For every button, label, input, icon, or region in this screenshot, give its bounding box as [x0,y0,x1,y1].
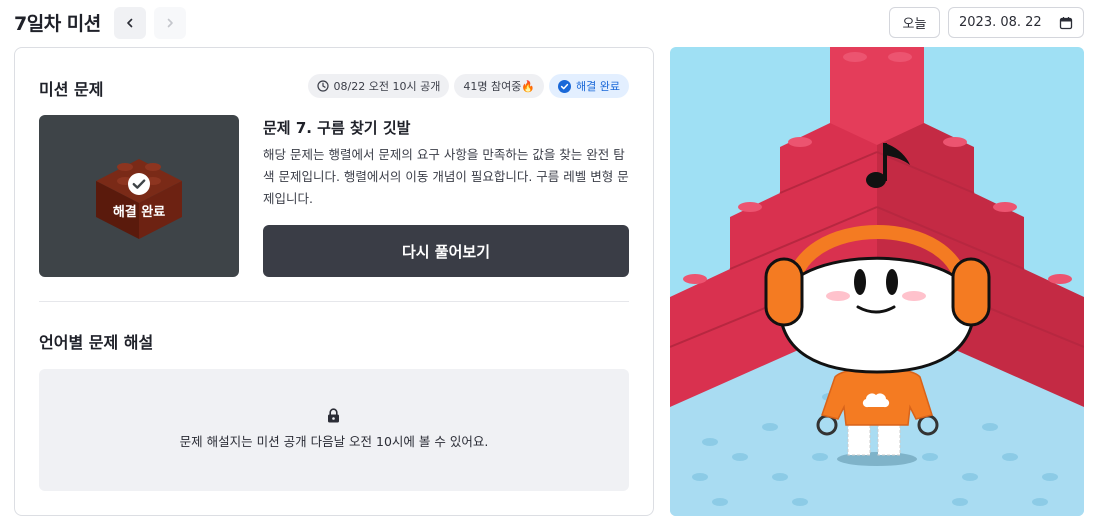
check-circle-icon [128,173,150,195]
chevron-right-icon [167,18,173,28]
participants-badge: 41명 참여중🔥 [454,74,545,98]
mission-illustration [670,47,1084,516]
lock-icon [328,408,339,423]
problem-title: 문제 7. 구름 찾기 깃발 [263,119,411,137]
solution-locked-message: 문제 해설지는 미션 공개 다음날 오전 10시에 볼 수 있어요. [179,434,489,449]
problem-description: 해당 문제는 행렬에서 문제의 요구 사항을 만족하는 값을 찾는 완전 탐색 … [263,147,629,206]
participants-text: 41명 참여중🔥 [463,80,536,93]
chevron-left-icon [127,18,133,28]
brick-image [96,159,182,239]
mission-thumbnail[interactable]: 해결 완료 [39,115,239,277]
date-value: 2023. 08. 22 [959,15,1042,30]
status-text: 해결 완료 [576,80,620,93]
open-time-text: 08/22 오전 10시 공개 [333,80,441,93]
thumbnail-status-label: 해결 완료 [112,205,166,220]
mission-badges: 08/22 오전 10시 공개 41명 참여중🔥 해결 완료 [307,74,629,98]
date-picker[interactable]: 2023. 08. 22 [948,7,1084,38]
solution-locked-box: 문제 해설지는 미션 공개 다음날 오전 10시에 볼 수 있어요. [39,369,629,491]
character-illustration [670,47,1084,516]
clock-icon [316,80,329,92]
solutions-section-title: 언어별 문제 해설 [39,333,154,352]
today-button[interactable]: 오늘 [889,7,940,38]
divider [39,301,629,302]
check-circle-icon [558,79,572,93]
mission-panel: 미션 문제 08/22 오전 10시 공개 41명 참여중🔥 해결 완료 해결 … [14,47,654,516]
top-bar: 7일차 미션 오늘 2023. 08. 22 [0,0,1093,46]
next-day-button[interactable] [154,7,186,39]
calendar-icon [1059,16,1073,29]
mission-section-title: 미션 문제 [39,80,104,99]
status-badge: 해결 완료 [549,74,629,98]
prev-day-button[interactable] [114,7,146,39]
page-title: 7일차 미션 [14,13,101,35]
retry-button[interactable]: 다시 풀어보기 [263,225,629,277]
open-time-badge: 08/22 오전 10시 공개 [307,74,450,98]
